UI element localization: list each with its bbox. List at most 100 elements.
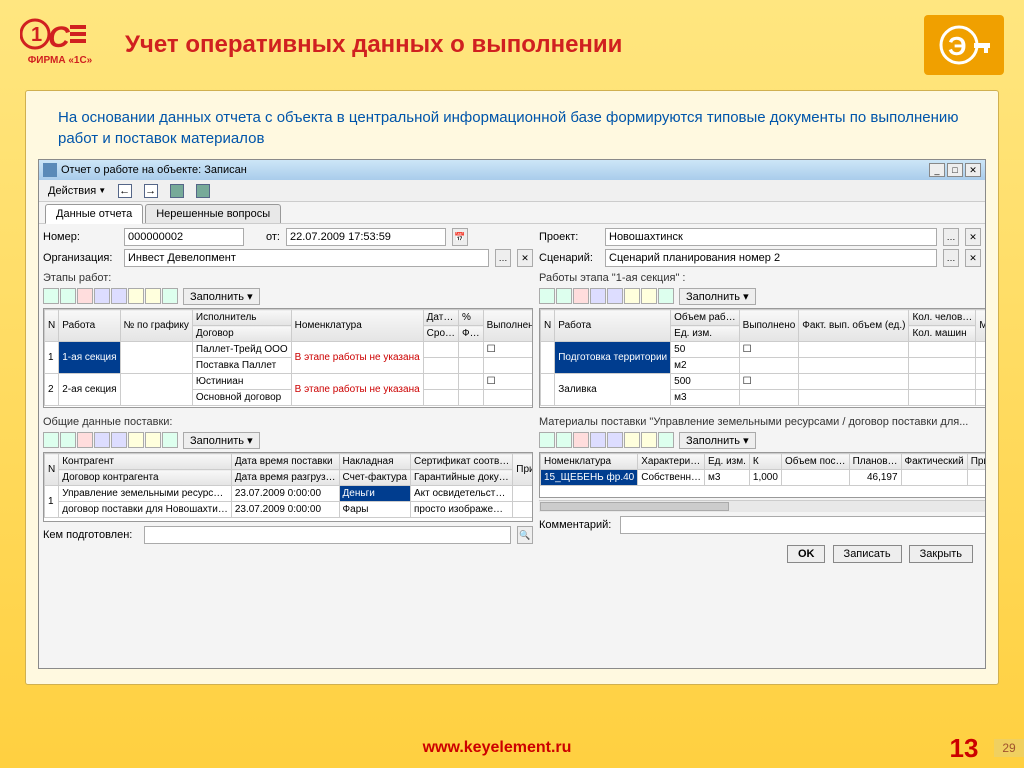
maximize-button[interactable]: □ [947,163,963,177]
scenario-lookup-button[interactable]: … [943,249,959,267]
sort-az-icon[interactable] [128,288,144,304]
project-lookup-button[interactable]: … [943,228,959,246]
table-row[interactable]: 15_ЩЕБЕНЬ фр.40 Собственн… м3 1,000 46,1… [541,470,986,486]
table-row[interactable]: Подготовка территории 50☐ [541,342,986,358]
sort-icon[interactable] [624,432,640,448]
add-row-icon[interactable] [43,288,59,304]
move-up-icon[interactable] [590,432,606,448]
sort-icon[interactable] [641,432,657,448]
toolbar-icon-1[interactable] [165,182,189,200]
move-down-icon[interactable] [607,432,623,448]
copy-row-icon[interactable] [60,288,76,304]
horizontal-scrollbar[interactable] [539,500,985,512]
tab-report-data[interactable]: Данные отчета [45,204,143,224]
delete-row-icon[interactable] [573,432,589,448]
org-lookup-button[interactable]: … [495,249,511,267]
footer-url: www.keyelement.ru [60,739,934,757]
materials-grid[interactable]: НоменклатураХарактери…Ед. изм. КОбъем по… [539,452,985,498]
org-clear-button[interactable]: ✕ [517,249,533,267]
move-up-icon[interactable] [590,288,606,304]
comment-input[interactable] [620,516,985,534]
tab-open-questions[interactable]: Нерешенные вопросы [145,204,281,223]
label-stage-works: Работы этапа "1-ая секция" : [539,270,985,286]
fill-supply-button[interactable]: Заполнить ▾ [183,432,260,449]
move-down-icon[interactable] [111,432,127,448]
stages-toolbar: Заполнить ▾ [43,286,533,306]
ok-button[interactable]: OK [787,545,826,563]
org-input[interactable]: Инвест Девелопмент [124,249,489,267]
add-row-icon[interactable] [539,432,555,448]
project-input[interactable]: Новошахтинск [605,228,937,246]
prepared-lookup-button[interactable]: 🔍 [517,526,533,544]
label-supply-common: Общие данные поставки: [43,414,533,430]
refresh-icon[interactable] [658,432,674,448]
refresh-icon[interactable] [162,432,178,448]
page-number-small: 29 [994,739,1024,757]
supply-grid[interactable]: NКонтрагент Дата время поставкиНакладная… [43,452,533,522]
minimize-button[interactable]: _ [929,163,945,177]
label-number: Номер: [43,231,118,243]
date-picker-button[interactable]: 📅 [452,228,468,246]
label-project: Проект: [539,231,599,243]
stages-grid[interactable]: NРабота№ по графику ИсполнительНоменклат… [43,308,533,408]
svg-text:Э: Э [948,31,967,61]
scenario-clear-button[interactable]: ✕ [965,249,981,267]
date-input[interactable]: 22.07.2009 17:53:59 [286,228,446,246]
nav-fwd-button[interactable]: → [139,182,163,200]
actions-menu[interactable]: Действия▼ [43,183,111,199]
nav-back-button[interactable]: ← [113,182,137,200]
prepared-by-input[interactable] [144,526,511,544]
scenario-input[interactable]: Сценарий планирования номер 2 [605,249,937,267]
sort-za-icon[interactable] [145,288,161,304]
delete-row-icon[interactable] [573,288,589,304]
copy-row-icon[interactable] [556,288,572,304]
app-window: Отчет о работе на объекте: Записан _ □ ✕… [38,159,986,669]
label-supply-materials: Материалы поставки "Управление земельным… [539,414,985,430]
sort-icon[interactable] [641,288,657,304]
tab-bar: Данные отчета Нерешенные вопросы [39,202,985,224]
doc-icon [170,184,184,198]
main-toolbar: Действия▼ ← → [39,180,985,202]
table-row[interactable]: Заливка 500☐ [541,374,986,390]
list-icon [196,184,210,198]
add-row-icon[interactable] [539,288,555,304]
label-stages: Этапы работ: [43,270,533,286]
toolbar-icon-2[interactable] [191,182,215,200]
fill-works-button[interactable]: Заполнить ▾ [679,288,756,305]
refresh-icon[interactable] [162,288,178,304]
table-row[interactable]: 1 Управление земельными ресурс… 23.07.20… [45,486,534,502]
works-grid[interactable]: NРабота Объем раб…Выполнено Факт. вып. о… [539,308,985,408]
delete-row-icon[interactable] [77,288,93,304]
label-scenario: Сценарий: [539,252,599,264]
fill-materials-button[interactable]: Заполнить ▾ [679,432,756,449]
fill-stages-button[interactable]: Заполнить ▾ [183,288,260,305]
delete-row-icon[interactable] [77,432,93,448]
project-clear-button[interactable]: ✕ [965,228,981,246]
slide-title: Учет оперативных данных о выполнении [125,31,904,59]
logo-1c: 1 С ФИРМА «1С» [20,15,100,75]
move-down-icon[interactable] [607,288,623,304]
move-down-icon[interactable] [111,288,127,304]
arrow-left-icon: ← [118,184,132,198]
intro-text: На основании данных отчета с объекта в ц… [38,103,986,159]
move-up-icon[interactable] [94,288,110,304]
close-window-button[interactable]: ✕ [965,163,981,177]
move-up-icon[interactable] [94,432,110,448]
copy-row-icon[interactable] [60,432,76,448]
sort-icon[interactable] [128,432,144,448]
sort-icon[interactable] [624,288,640,304]
add-row-icon[interactable] [43,432,59,448]
materials-toolbar: Заполнить ▾ [539,430,985,450]
save-button[interactable]: Записать [833,545,902,563]
sort-icon[interactable] [145,432,161,448]
copy-row-icon[interactable] [556,432,572,448]
window-title: Отчет о работе на объекте: Записан [61,164,929,176]
works-toolbar: Заполнить ▾ [539,286,985,306]
table-row[interactable]: 2 2-ая секция Юстиниан В этапе работы не… [45,374,534,390]
close-button[interactable]: Закрыть [909,545,973,563]
number-input[interactable]: 000000002 [124,228,244,246]
refresh-icon[interactable] [658,288,674,304]
logo-keyelement: Э [924,15,1004,75]
window-icon [43,163,57,177]
table-row[interactable]: 1 1-ая секция Паллет-Трейд ООО В этапе р… [45,342,534,358]
